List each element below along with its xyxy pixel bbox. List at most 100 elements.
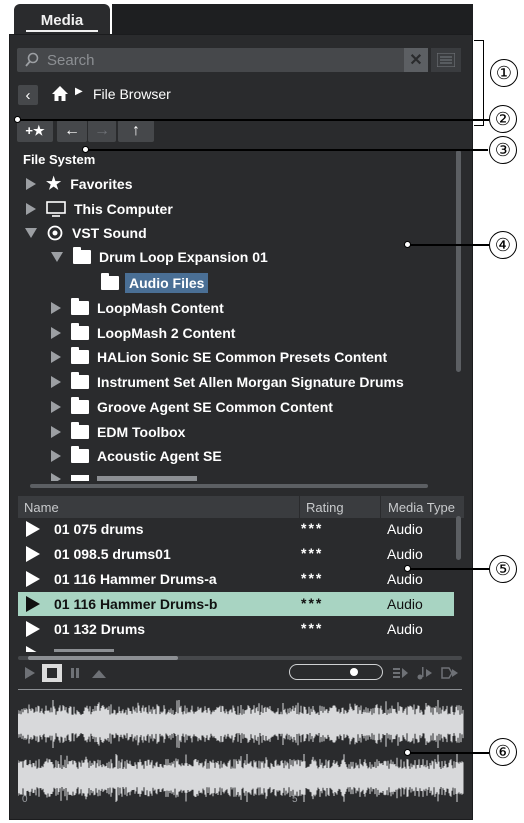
table-row[interactable]: 01 075 drums *** Audio <box>18 517 454 541</box>
expand-icon[interactable] <box>51 327 61 339</box>
tree-horizontal-scrollbar[interactable] <box>30 484 428 488</box>
expand-icon[interactable] <box>51 450 61 462</box>
expand-icon[interactable] <box>51 302 61 314</box>
tree-item-label: Drum Loop Expansion 01 <box>99 249 268 265</box>
tree-item-favorites[interactable]: ★ Favorites <box>26 173 133 195</box>
callout-3-line <box>88 149 488 151</box>
callout-2-line <box>20 119 489 121</box>
tree-item-loopmash-content[interactable]: LoopMash Content <box>51 297 224 319</box>
callout-5: ⑤ <box>489 555 517 583</box>
volume-slider-knob[interactable] <box>350 668 358 676</box>
play-icon[interactable] <box>26 596 40 612</box>
arrow-right-icon: → <box>94 122 110 139</box>
list-view-button[interactable] <box>431 48 461 72</box>
folder-icon <box>73 247 91 264</box>
results-horizontal-scrollbar[interactable] <box>18 656 462 660</box>
expand-icon[interactable] <box>51 351 61 363</box>
scroll-thumb[interactable] <box>28 656 178 660</box>
tree-item-acoustic-agent[interactable]: Acoustic Agent SE <box>51 445 222 467</box>
waveform-channel-2 <box>18 754 464 802</box>
auto-play-button[interactable] <box>392 663 410 683</box>
loop-icon <box>92 670 106 678</box>
folder-icon <box>71 446 89 463</box>
row-name: 01 075 drums <box>54 521 144 537</box>
folder-icon <box>71 372 89 389</box>
tree-item-halion-sonic[interactable]: HALion Sonic SE Common Presets Content <box>51 346 387 368</box>
align-beats-button[interactable] <box>416 663 434 683</box>
home-icon[interactable] <box>50 84 70 104</box>
tree-scrollbar[interactable] <box>456 150 461 372</box>
expand-icon[interactable] <box>51 376 61 388</box>
clear-search-button[interactable]: ✕ <box>404 48 428 72</box>
play-icon[interactable] <box>26 621 40 637</box>
row-rating: *** <box>301 520 324 536</box>
table-row[interactable]: 01 132 Drums *** Audio <box>18 617 454 641</box>
waveform-display[interactable] <box>18 696 464 806</box>
callout-2: ② <box>489 105 517 133</box>
add-favorite-button[interactable]: +★ <box>17 120 53 142</box>
back-button[interactable]: ‹ <box>18 85 38 105</box>
play-icon[interactable] <box>26 546 40 562</box>
table-row-selected[interactable]: 01 116 Hammer Drums-b *** Audio <box>18 592 454 616</box>
expand-icon[interactable] <box>26 203 36 215</box>
column-rating[interactable]: Rating <box>306 500 344 515</box>
table-row[interactable]: 01 116 Hammer Drums-a *** Audio <box>18 567 454 591</box>
table-row[interactable]: 01 098.5 drums01 *** Audio <box>18 542 454 566</box>
pause-button[interactable] <box>68 663 82 683</box>
loop-button[interactable] <box>90 663 108 683</box>
tree-item-label: Audio Files <box>125 273 209 293</box>
navigate-back-button[interactable]: ← <box>57 120 87 142</box>
list-icon <box>437 53 455 67</box>
folder-icon <box>71 298 89 315</box>
star-icon: ★ <box>46 174 62 193</box>
tab-media-label: Media <box>40 11 84 29</box>
volume-slider[interactable] <box>289 664 383 680</box>
expand-icon[interactable] <box>51 401 61 413</box>
column-media-type[interactable]: Media Type <box>388 500 455 515</box>
expand-icon[interactable] <box>51 426 61 438</box>
row-name: 01 116 Hammer Drums-a <box>54 571 217 587</box>
row-name: 01 132 Drums <box>54 621 146 637</box>
tree-item-label: LoopMash 2 Content <box>97 325 236 341</box>
results-scrollbar[interactable] <box>456 516 461 560</box>
vst-sound-icon <box>47 225 63 241</box>
use-project-pitch-button[interactable] <box>440 663 460 683</box>
row-rating: *** <box>301 545 324 561</box>
tree-item-this-computer[interactable]: This Computer <box>26 198 173 220</box>
tree-item-edm-toolbox[interactable]: EDM Toolbox <box>51 421 185 443</box>
collapse-icon[interactable] <box>25 228 37 238</box>
play-icon[interactable] <box>26 571 40 587</box>
search-input[interactable]: Search <box>17 48 427 72</box>
tree-item-label: Groove Agent SE Common Content <box>97 399 333 415</box>
monitor-icon <box>46 201 66 217</box>
row-rating: *** <box>301 570 324 586</box>
play-icon[interactable] <box>26 521 40 537</box>
navigate-up-button[interactable]: ↑ <box>118 120 154 142</box>
tree-item-label: HALion Sonic SE Common Presets Content <box>97 349 388 365</box>
folder-icon <box>71 397 89 414</box>
column-name[interactable]: Name <box>24 500 59 515</box>
stop-icon <box>47 668 57 678</box>
results-header: Name Rating Media Type <box>18 496 464 518</box>
play-button[interactable] <box>22 663 38 683</box>
collapse-icon[interactable] <box>51 252 63 262</box>
breadcrumb-file-browser[interactable]: File Browser <box>93 86 171 102</box>
arrow-left-icon: ← <box>64 122 80 139</box>
tree-item-audio-files[interactable]: Audio Files <box>101 272 209 294</box>
row-name: 01 116 Hammer Drums-b <box>54 596 218 612</box>
tree-item-instrument-set[interactable]: Instrument Set Allen Morgan Signature Dr… <box>51 371 404 393</box>
row-name: 01 098.5 drums01 <box>54 546 171 562</box>
row-media-type: Audio <box>387 571 423 587</box>
stop-button[interactable] <box>42 664 62 682</box>
tree-item-groove-agent[interactable]: Groove Agent SE Common Content <box>51 396 333 418</box>
tree-item-label: Instrument Set Allen Morgan Signature Dr… <box>97 374 404 390</box>
chevron-left-icon: ‹ <box>25 86 31 104</box>
tree-item-vst-sound[interactable]: VST Sound <box>25 222 147 244</box>
expand-icon[interactable] <box>26 178 36 190</box>
tree-item-label: EDM Toolbox <box>97 424 186 440</box>
tree-item-drum-loop-expansion[interactable]: Drum Loop Expansion 01 <box>51 246 268 268</box>
tree-item-loopmash-2-content[interactable]: LoopMash 2 Content <box>51 322 235 344</box>
play-icon <box>25 667 35 679</box>
tree-item-label: LoopMash Content <box>97 300 224 316</box>
navigate-forward-button[interactable]: → <box>88 120 116 142</box>
